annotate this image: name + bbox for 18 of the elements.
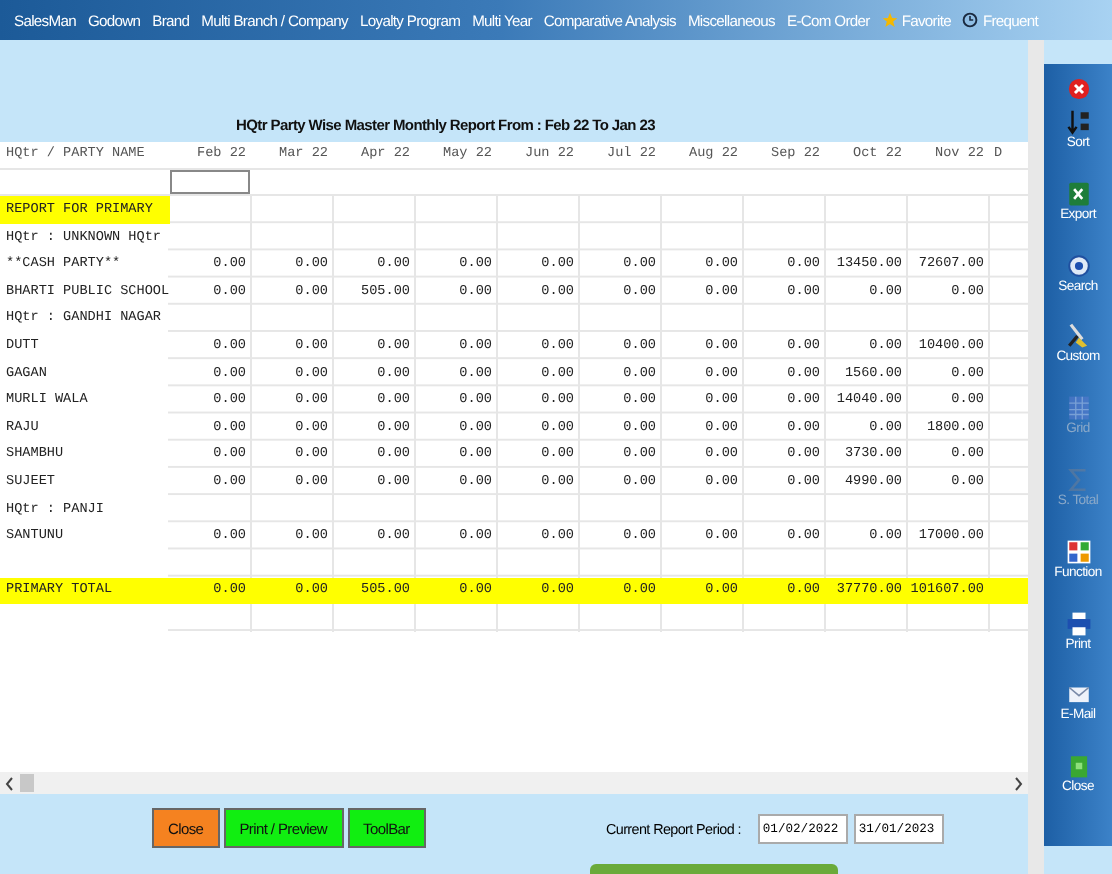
vertical-scrollbar[interactable] bbox=[1028, 40, 1044, 874]
search-icon bbox=[1065, 251, 1091, 280]
scroll-left-icon[interactable] bbox=[4, 775, 16, 791]
function-icon bbox=[1065, 537, 1091, 566]
filter-field[interactable] bbox=[170, 169, 250, 194]
custom-icon bbox=[1065, 322, 1091, 351]
export-icon bbox=[1065, 179, 1091, 208]
sum-icon bbox=[1065, 465, 1091, 494]
scroll-thumb[interactable] bbox=[20, 774, 34, 792]
grid-icon bbox=[1065, 394, 1091, 423]
sort-icon bbox=[1065, 108, 1091, 136]
scroll-right-icon[interactable] bbox=[1012, 775, 1024, 791]
print-icon bbox=[1065, 609, 1091, 638]
star-icon bbox=[881, 12, 898, 28]
close-icon[interactable] bbox=[1067, 78, 1089, 100]
exit-icon bbox=[1065, 752, 1091, 781]
horizontal-scrollbar[interactable] bbox=[0, 772, 1028, 794]
clock-icon bbox=[962, 12, 979, 28]
